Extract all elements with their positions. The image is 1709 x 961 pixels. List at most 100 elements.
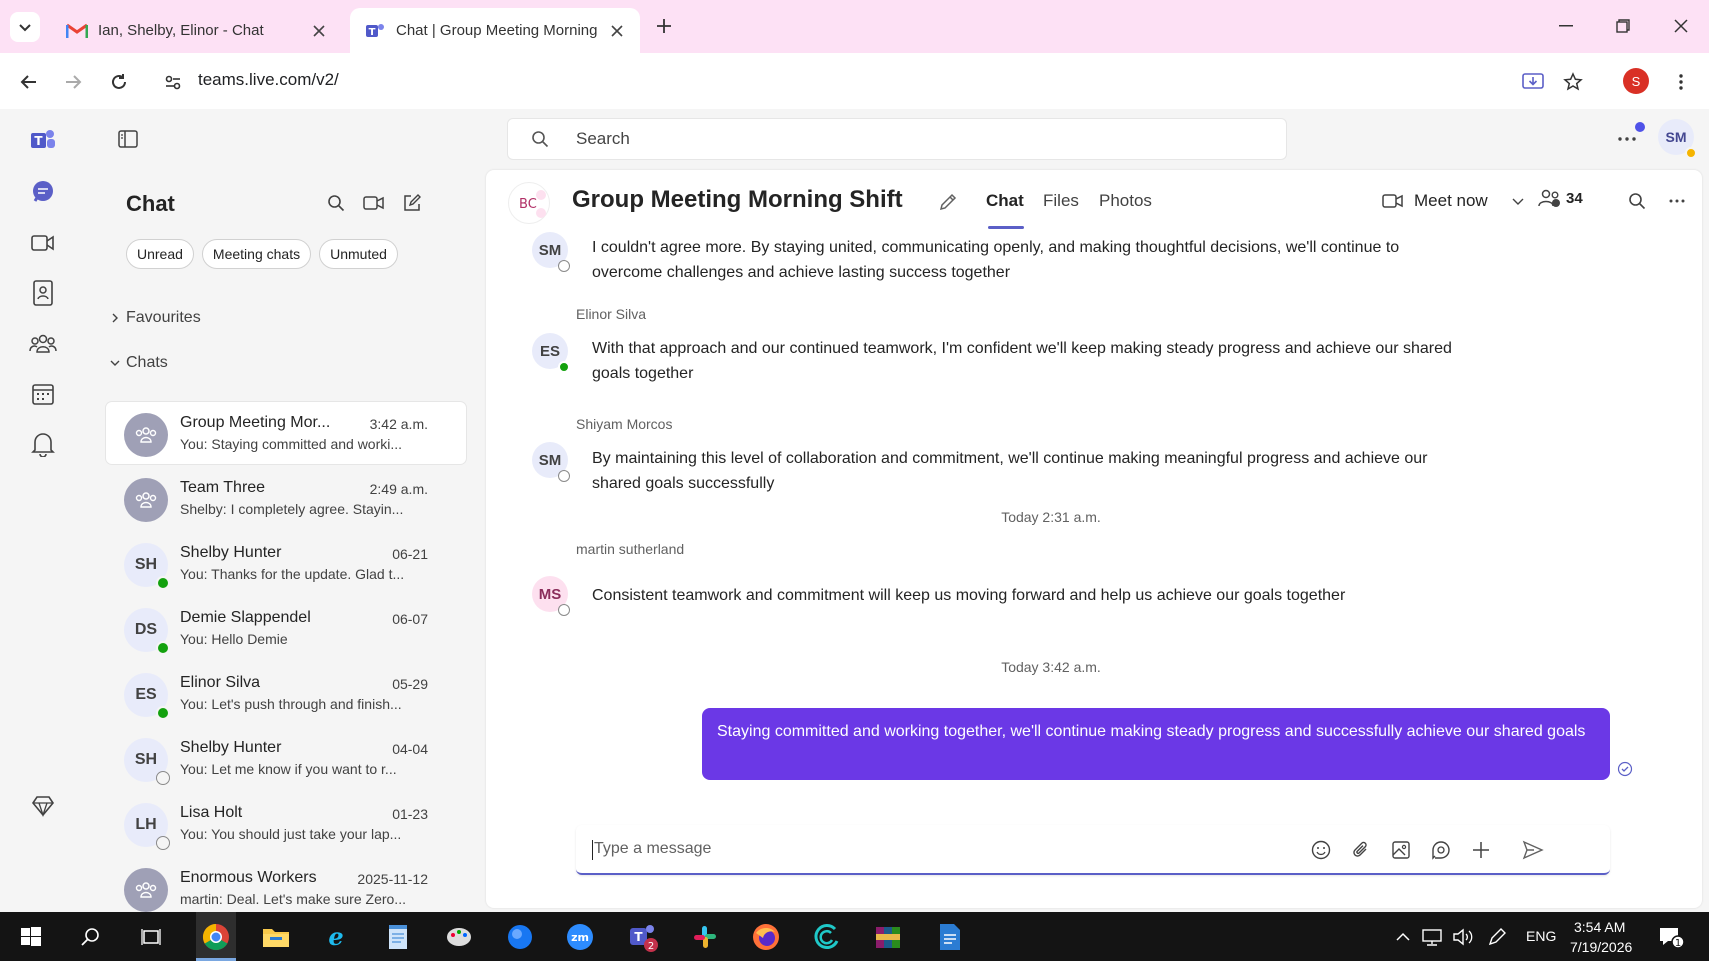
activity-bell-icon[interactable]: [26, 427, 60, 461]
tab-photos[interactable]: Photos: [1099, 191, 1152, 211]
attach-icon[interactable]: [1350, 839, 1372, 861]
document-app-icon[interactable]: [933, 920, 967, 954]
meet-now-button[interactable]: Meet now: [1382, 184, 1524, 218]
chat-icon[interactable]: [26, 175, 60, 209]
away-status-badge: [558, 260, 570, 272]
new-chat-icon[interactable]: [400, 191, 424, 215]
site-settings-icon[interactable]: [158, 67, 188, 97]
emoji-icon[interactable]: [1310, 839, 1332, 861]
install-app-icon[interactable]: [1518, 67, 1548, 97]
clock-date[interactable]: 7/19/2026: [1570, 939, 1632, 955]
close-icon[interactable]: [310, 22, 328, 40]
chat-list-item[interactable]: Group Meeting Mor... 3:42 a.m. You: Stayin…: [106, 402, 466, 464]
chat-preview: You: Let's push through and finish...: [180, 696, 402, 712]
browser-profile-avatar[interactable]: S: [1623, 68, 1649, 94]
teams-taskbar-icon[interactable]: T2: [626, 920, 660, 954]
loop-icon[interactable]: [1430, 839, 1452, 861]
filter-unmuted[interactable]: Unmuted: [319, 239, 398, 269]
chat-list-item[interactable]: Team Three 2:49 a.m. Shelby: I completely …: [106, 467, 466, 529]
filter-meeting-chats[interactable]: Meeting chats: [201, 239, 312, 269]
paint-icon[interactable]: [442, 920, 476, 954]
meet-now-video-icon[interactable]: [362, 191, 386, 215]
search-icon[interactable]: [74, 920, 108, 954]
app-blue-orb-icon[interactable]: [503, 920, 537, 954]
chat-list-item[interactable]: Enormous Workers 2025-11-12 martin: Deal. …: [106, 857, 466, 919]
minimize-icon[interactable]: [1551, 12, 1581, 40]
network-icon[interactable]: [1415, 920, 1449, 954]
image-icon[interactable]: [1390, 839, 1412, 861]
contacts-icon[interactable]: [26, 276, 60, 310]
address-bar-url[interactable]: teams.live.com/v2/: [198, 70, 339, 90]
sidebar-toggle-icon[interactable]: [116, 127, 140, 151]
chrome-icon[interactable]: [199, 920, 233, 954]
clock-time[interactable]: 3:54 AM: [1574, 919, 1625, 935]
premium-diamond-icon[interactable]: [26, 789, 60, 823]
browser-tab-gmail[interactable]: Ian, Shelby, Elinor - Chat: [52, 8, 342, 53]
group-chat-icon: [124, 868, 168, 912]
message-sender: martin sutherland: [576, 541, 685, 557]
tab-chat[interactable]: Chat: [986, 191, 1024, 211]
zoom-icon[interactable]: zm: [563, 920, 597, 954]
notification-dot: [1635, 122, 1645, 132]
calendar-icon[interactable]: [26, 377, 60, 411]
browser-menu-icon[interactable]: [1666, 67, 1696, 97]
chats-section[interactable]: Chats: [110, 354, 168, 372]
new-tab-icon[interactable]: [652, 14, 676, 38]
chat-list-item[interactable]: SH Shelby Hunter 04-04 You: Let me know if …: [106, 727, 466, 789]
message-sender: Elinor Silva: [576, 306, 647, 322]
plus-icon[interactable]: [1470, 839, 1492, 861]
chat-list-item[interactable]: DS Demie Slappendel 06-07 You: Hello Demie: [106, 597, 466, 659]
chat-time: 3:42 a.m.: [369, 416, 428, 432]
slack-icon[interactable]: [688, 920, 722, 954]
my-message-bubble[interactable]: Staying committed and working together, …: [702, 708, 1610, 780]
chevron-down-icon[interactable]: [1512, 195, 1524, 207]
close-window-icon[interactable]: [1666, 12, 1696, 40]
tab-title: Chat | Group Meeting Morning Shift: [396, 22, 600, 39]
filter-unread[interactable]: Unread: [126, 239, 194, 269]
participants-button[interactable]: 34: [1538, 188, 1583, 208]
tab-files[interactable]: Files: [1043, 191, 1079, 211]
more-options-icon[interactable]: [1664, 188, 1690, 214]
task-view-icon[interactable]: [134, 920, 168, 954]
winrar-icon[interactable]: [871, 920, 905, 954]
search-icon[interactable]: [324, 191, 348, 215]
firefox-icon[interactable]: [749, 920, 783, 954]
chat-preview: You: Staying committed and worki...: [180, 436, 403, 452]
pen-icon[interactable]: [1480, 920, 1514, 954]
search-icon[interactable]: [1624, 188, 1650, 214]
restore-icon[interactable]: [1608, 12, 1638, 40]
favourites-section[interactable]: Favourites: [110, 309, 201, 327]
send-icon[interactable]: [1522, 839, 1544, 861]
chat-list-item[interactable]: ES Elinor Silva 05-29 You: Let's push throu…: [106, 662, 466, 724]
chat-list-item[interactable]: LH Lisa Holt 01-23 You: You should just tak…: [106, 792, 466, 854]
chat-name: Enormous Workers: [180, 869, 317, 886]
edit-pencil-icon[interactable]: [936, 190, 960, 214]
message-composer[interactable]: Type a message: [576, 825, 1610, 875]
forward-arrow-icon[interactable]: [58, 67, 88, 97]
group-avatar: BC: [508, 182, 550, 224]
search-input[interactable]: Search: [507, 118, 1287, 160]
windows-start-icon[interactable]: [14, 920, 48, 954]
internet-explorer-icon[interactable]: e: [319, 920, 353, 954]
group-chat-icon: [124, 413, 168, 457]
language-indicator[interactable]: ENG: [1526, 928, 1556, 944]
communities-icon[interactable]: [26, 327, 60, 361]
meet-icon[interactable]: [26, 226, 60, 260]
active-tab-indicator: [988, 226, 1024, 229]
chat-time: 2:49 a.m.: [369, 481, 428, 497]
file-explorer-icon[interactable]: [259, 920, 293, 954]
volume-icon[interactable]: [1446, 920, 1480, 954]
chat-time: 2025-11-12: [357, 871, 428, 887]
tab-search-button[interactable]: [10, 12, 40, 42]
back-arrow-icon[interactable]: [14, 67, 44, 97]
reload-icon[interactable]: [104, 67, 134, 97]
message-text: By maintaining this level of collaborati…: [592, 450, 1428, 492]
bookmark-star-icon[interactable]: [1558, 67, 1588, 97]
browser-tab-teams[interactable]: T Chat | Group Meeting Morning Shift: [350, 8, 640, 53]
svg-text:e: e: [328, 924, 343, 950]
notification-center-icon[interactable]: 1: [1654, 920, 1688, 954]
close-icon[interactable]: [608, 22, 626, 40]
chat-list-item[interactable]: SH Shelby Hunter 06-21 You: Thanks for the …: [106, 532, 466, 594]
notepad-icon[interactable]: [381, 920, 415, 954]
app-teal-swirl-icon[interactable]: [810, 920, 844, 954]
